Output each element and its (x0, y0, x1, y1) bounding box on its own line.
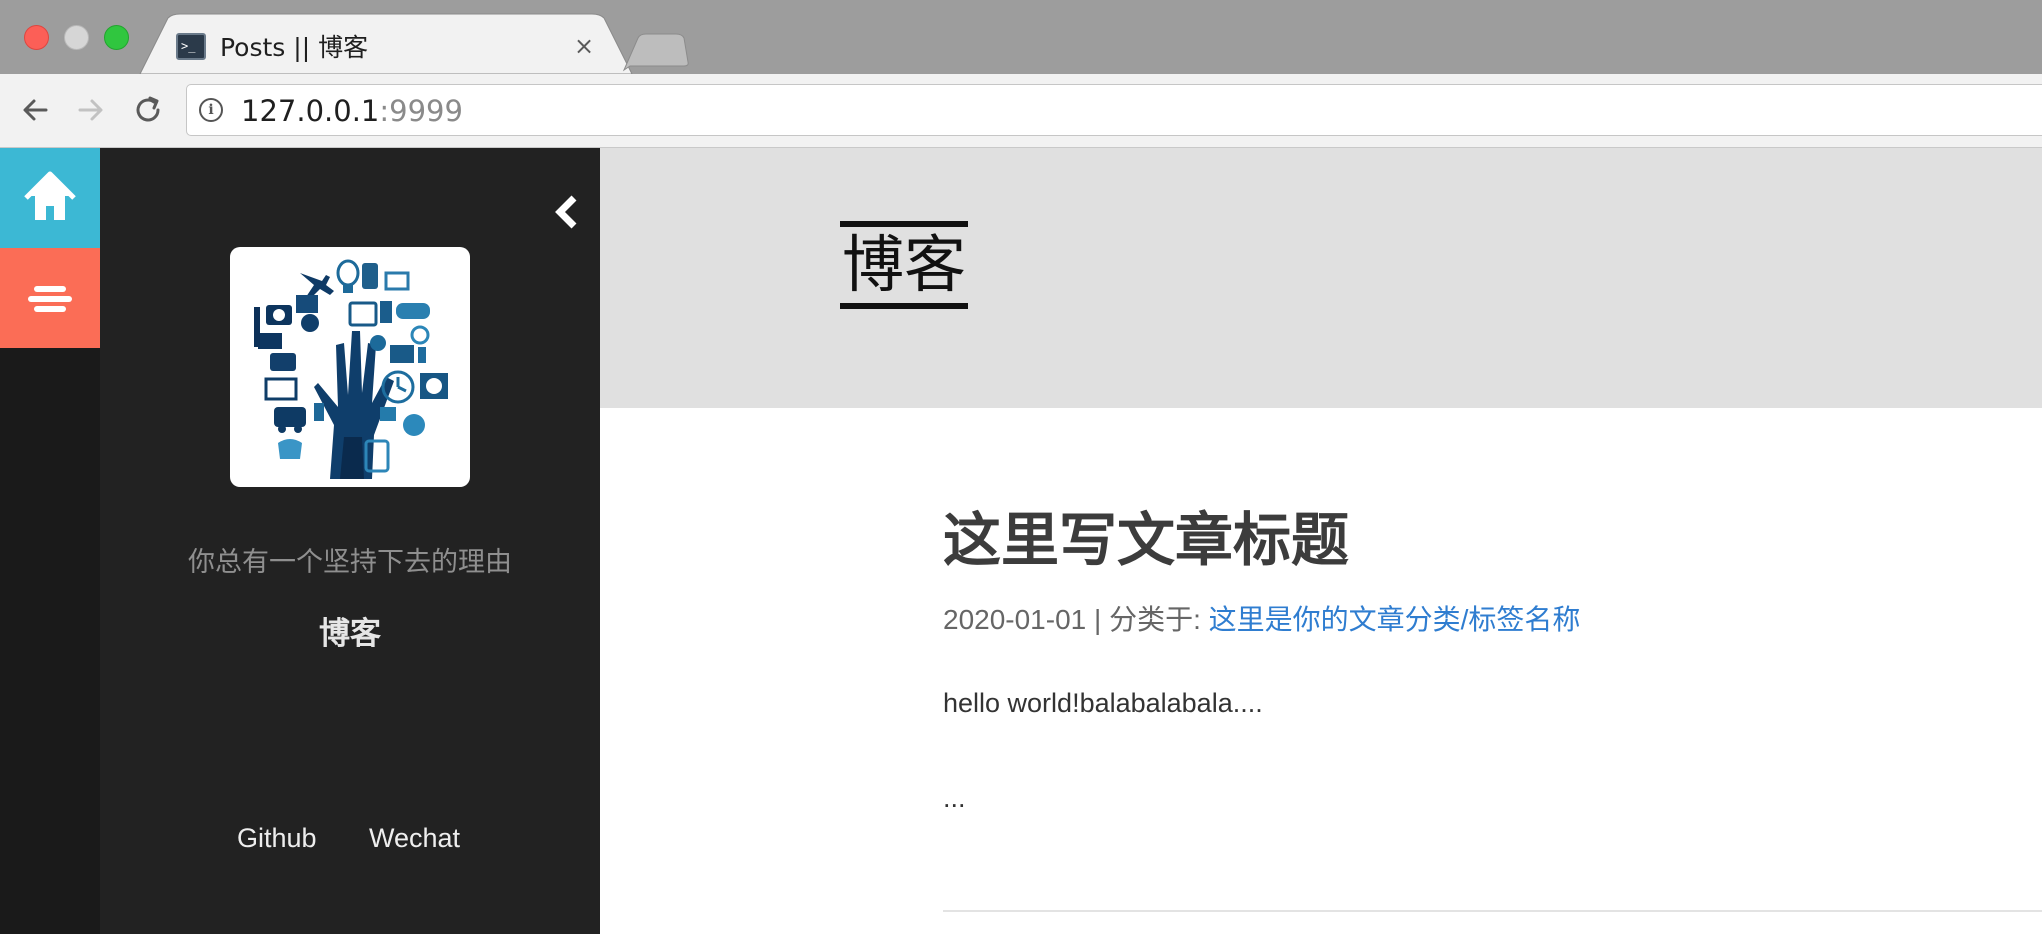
reload-icon[interactable] (130, 92, 166, 128)
url-text[interactable]: 127.0.0.1:9999 (241, 94, 463, 128)
address-bar[interactable]: i 127.0.0.1:9999 (186, 84, 2042, 136)
post-meta: 2020-01-01 | 分类于: 这里是你的文章分类/标签名称 (943, 598, 1580, 638)
tab-close-button[interactable]: × (574, 31, 594, 61)
post-meta-separator: | 分类于: (1086, 604, 1209, 635)
github-link[interactable]: Github (237, 823, 317, 854)
sidebar: 你总有一个坚持下去的理由 博客 Github Wechat (100, 148, 600, 934)
post-divider (943, 910, 2042, 912)
new-tab-button (622, 33, 689, 72)
menu-icon (28, 286, 72, 312)
sidebar-blog-name[interactable]: 博客 (100, 608, 600, 653)
header-banner: 博客 (600, 148, 2042, 408)
active-tab (139, 13, 633, 75)
avatar (230, 247, 470, 487)
main-content: 博客 这里写文章标题 2020-01-01 | 分类于: 这里是你的文章分类/标… (600, 148, 2042, 934)
tab-title[interactable]: Posts || 博客 (220, 28, 368, 64)
post-more-ellipsis: ... (943, 783, 966, 813)
home-button[interactable] (0, 148, 100, 248)
post-date: 2020-01-01 (943, 604, 1087, 635)
url-port: :9999 (379, 94, 463, 128)
browser-toolbar: i 127.0.0.1:9999 (0, 74, 2042, 148)
forward-arrow-icon[interactable] (72, 92, 108, 128)
home-icon (24, 171, 76, 220)
wechat-link[interactable]: Wechat (369, 823, 460, 854)
terminal-icon: >_ (176, 33, 206, 60)
site-title[interactable]: 博客 (840, 221, 969, 309)
info-icon[interactable]: i (199, 98, 223, 122)
browser-tab-bar: >_ Posts || 博客 × (0, 0, 2042, 75)
back-arrow-icon[interactable] (18, 92, 54, 128)
page-content: 你总有一个坚持下去的理由 博客 Github Wechat 博客 这里写文章标题… (0, 148, 2042, 934)
post-title[interactable]: 这里写文章标题 (943, 493, 1349, 577)
left-icon-strip (0, 148, 100, 934)
post-excerpt: hello world!balabalabala.... (943, 688, 1263, 718)
url-host: 127.0.0.1 (241, 94, 380, 128)
tech-tree-logo (254, 259, 448, 479)
chevron-left-icon[interactable] (552, 190, 582, 234)
sidebar-motto: 你总有一个坚持下去的理由 (188, 547, 512, 578)
post-category-link[interactable]: 这里是你的文章分类/标签名称 (1209, 604, 1581, 635)
menu-button[interactable] (0, 248, 100, 348)
